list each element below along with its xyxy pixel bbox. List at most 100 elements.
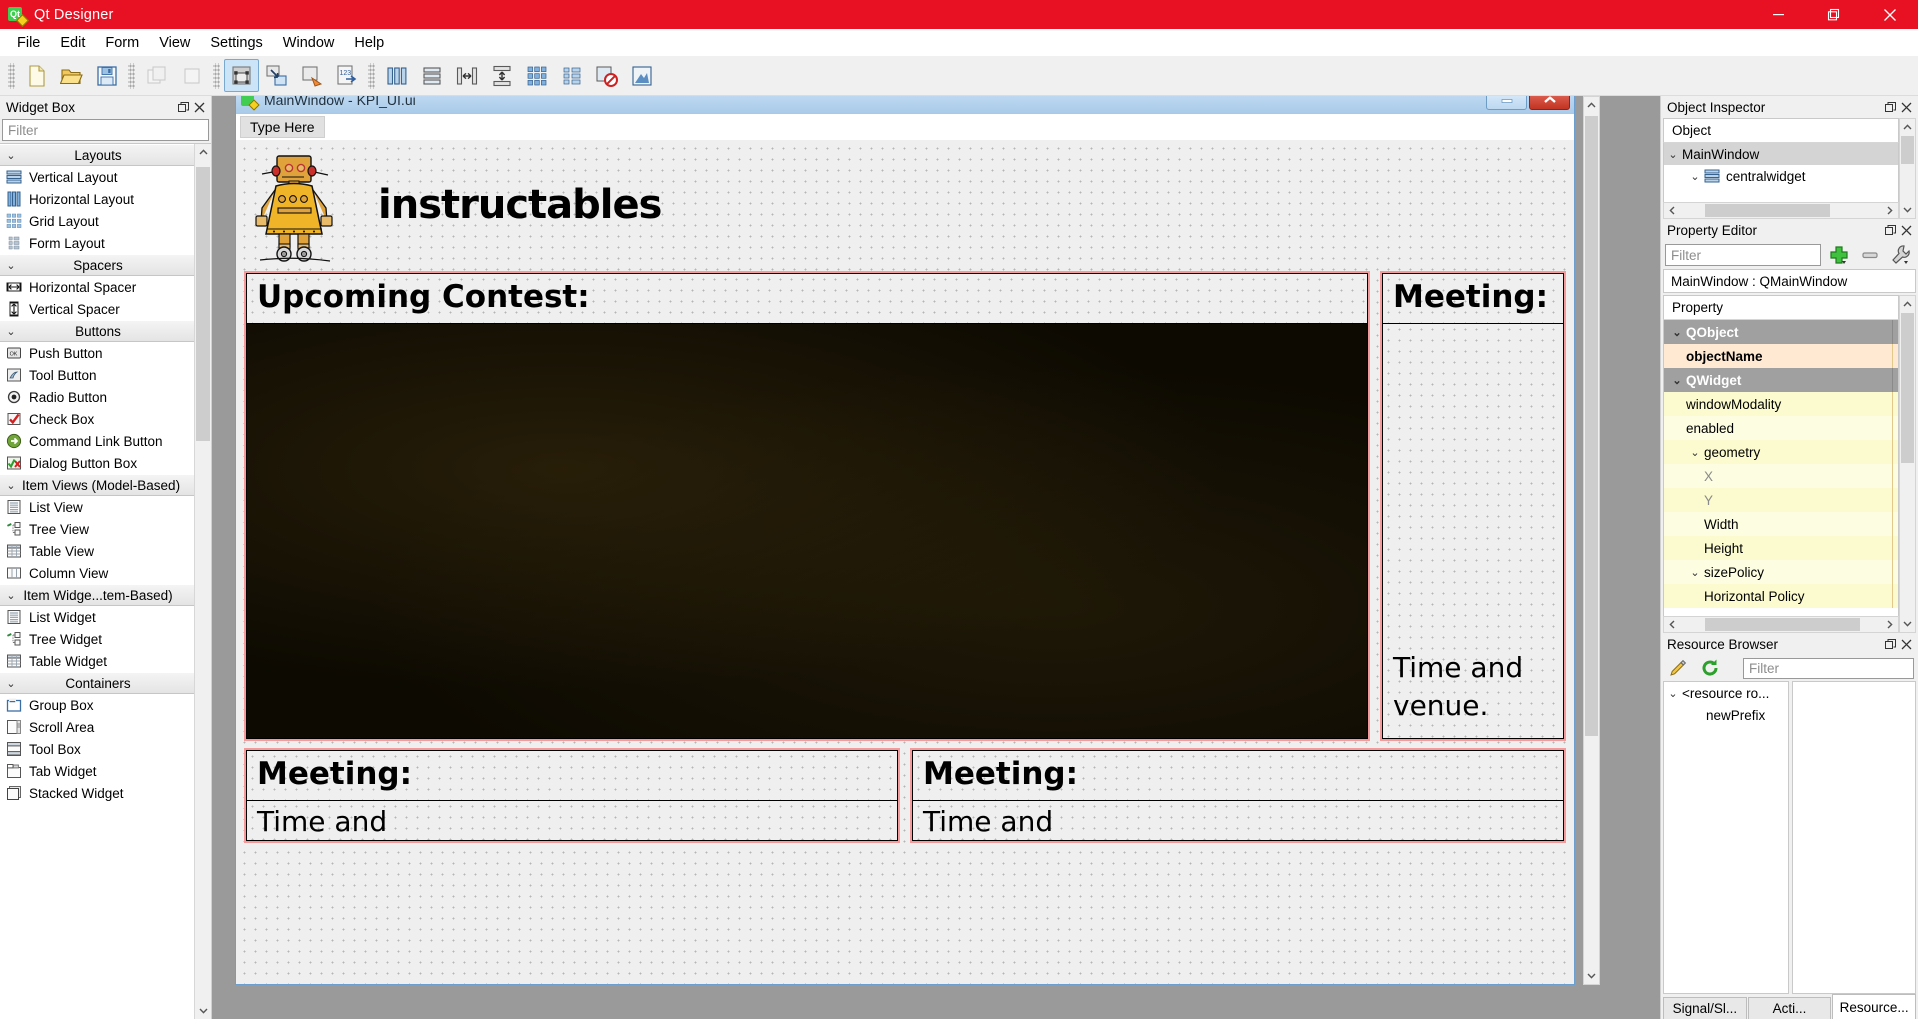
scroll-down-icon[interactable]: [1900, 615, 1915, 632]
new-form-button[interactable]: [19, 59, 54, 92]
form-close-button[interactable]: [1529, 96, 1570, 110]
meeting-right-panel[interactable]: Meeting: Time and venue.: [1380, 271, 1566, 741]
close-icon[interactable]: [1898, 99, 1914, 115]
property-row[interactable]: ⌄ QWidget: [1664, 368, 1898, 392]
scroll-down-icon[interactable]: [195, 1002, 211, 1019]
widget-box-item-tree-widget[interactable]: Tree Widget: [0, 628, 194, 650]
meeting-bottom-right-header[interactable]: Meeting:: [912, 750, 1564, 801]
scroll-right-icon[interactable]: [1881, 617, 1898, 632]
widget-box-item-horizontal-layout[interactable]: Horizontal Layout: [0, 188, 194, 210]
property-value[interactable]: [1892, 392, 1898, 416]
widget-box-item-scroll-area[interactable]: Scroll Area: [0, 716, 194, 738]
widget-box-group-spacers[interactable]: ⌄ Spacers: [0, 254, 194, 276]
oi-scroll-track[interactable]: [1900, 136, 1915, 201]
minimize-button[interactable]: [1750, 0, 1806, 29]
widget-box-group-layouts[interactable]: ⌄ Layouts: [0, 144, 194, 166]
layout-grid-button[interactable]: [519, 59, 554, 92]
meeting-bottom-right-body[interactable]: Time and: [912, 801, 1564, 841]
property-editor-column-header[interactable]: Property: [1663, 295, 1899, 320]
edit-tab-order-button[interactable]: 123: [329, 59, 364, 92]
chevron-down-icon[interactable]: ⌄: [1664, 148, 1682, 161]
mdi-vertical-scrollbar[interactable]: [1583, 96, 1600, 985]
property-row[interactable]: ⌄ sizePolicy: [1664, 560, 1898, 584]
contest-header[interactable]: Upcoming Contest:: [246, 273, 1368, 324]
edit-resources-button[interactable]: [1665, 656, 1691, 680]
property-value[interactable]: [1892, 536, 1898, 560]
meeting-bottom-left-header[interactable]: Meeting:: [246, 750, 898, 801]
widget-box-item-vertical-layout[interactable]: Vertical Layout: [0, 166, 194, 188]
layout-vertically-button[interactable]: [414, 59, 449, 92]
toolbar-grip-3[interactable]: [213, 62, 220, 89]
contest-image[interactable]: [246, 324, 1368, 739]
scroll-down-icon[interactable]: [1900, 201, 1915, 218]
widget-box-item-tab-widget[interactable]: Tab Widget: [0, 760, 194, 782]
resource-browser-filter-input[interactable]: [1749, 660, 1908, 676]
property-value[interactable]: [1892, 488, 1898, 512]
float-icon[interactable]: [1882, 99, 1898, 115]
object-inspector-row[interactable]: ⌄ MainWindow: [1664, 143, 1898, 165]
property-value[interactable]: [1892, 440, 1898, 464]
configure-button[interactable]: [1888, 243, 1914, 267]
widget-box-filter[interactable]: [2, 119, 209, 141]
chevron-down-icon[interactable]: ⌄: [1664, 687, 1682, 700]
dock-tab-signal-sl[interactable]: Signal/Sl...: [1663, 997, 1747, 1019]
scroll-left-icon[interactable]: [1664, 203, 1681, 218]
toolbar-grip-4[interactable]: [368, 62, 375, 89]
meeting-bottom-left-panel[interactable]: Meeting: Time and: [244, 748, 900, 843]
menu-view[interactable]: View: [149, 32, 200, 54]
scroll-up-icon[interactable]: [1584, 97, 1599, 114]
property-row[interactable]: ⌄ geometry: [1664, 440, 1898, 464]
layout-horizontal-splitter-button[interactable]: [449, 59, 484, 92]
pe-scroll-track[interactable]: [1900, 313, 1915, 615]
close-button[interactable]: [1862, 0, 1918, 29]
property-row[interactable]: X: [1664, 464, 1898, 488]
float-icon[interactable]: [1882, 222, 1898, 238]
remove-property-button[interactable]: [1857, 243, 1883, 267]
property-row[interactable]: enabled: [1664, 416, 1898, 440]
adjust-size-button[interactable]: [624, 59, 659, 92]
meeting-bottom-left-body[interactable]: Time and: [246, 801, 898, 841]
property-value[interactable]: [1892, 416, 1898, 440]
widget-box-item-list-widget[interactable]: List Widget: [0, 606, 194, 628]
property-row[interactable]: objectName: [1664, 344, 1898, 368]
property-value[interactable]: [1892, 560, 1898, 584]
property-row[interactable]: Horizontal Policy: [1664, 584, 1898, 608]
property-row[interactable]: Height: [1664, 536, 1898, 560]
form-minimize-button[interactable]: [1486, 96, 1527, 110]
property-editor-filter-input[interactable]: [1671, 247, 1815, 263]
scroll-left-icon[interactable]: [1664, 617, 1681, 632]
edit-buddies-button[interactable]: [294, 59, 329, 92]
widget-box-item-table-view[interactable]: Table View: [0, 540, 194, 562]
resource-tree-row[interactable]: newPrefix: [1664, 704, 1788, 726]
undo-button[interactable]: [139, 59, 174, 92]
widget-box-item-list-view[interactable]: List View: [0, 496, 194, 518]
widget-box-item-table-widget[interactable]: Table Widget: [0, 650, 194, 672]
property-row[interactable]: Y: [1664, 488, 1898, 512]
widget-box-item-radio-button[interactable]: Radio Button: [0, 386, 194, 408]
maximize-button[interactable]: [1806, 0, 1862, 29]
form-window-title-bar[interactable]: MainWindow - KPI_UI.ui: [236, 96, 1574, 114]
resource-preview[interactable]: [1792, 681, 1916, 994]
widget-box-item-command-link-button[interactable]: Command Link Button: [0, 430, 194, 452]
close-icon[interactable]: [1898, 222, 1914, 238]
add-property-button[interactable]: [1826, 243, 1852, 267]
pe-hscroll-thumb[interactable]: [1705, 618, 1860, 631]
chevron-down-icon[interactable]: ⌄: [1686, 170, 1704, 183]
resource-tree-row[interactable]: ⌄ <resource ro...: [1664, 682, 1788, 704]
menu-window[interactable]: Window: [273, 32, 345, 54]
scroll-up-icon[interactable]: [1900, 296, 1915, 313]
scroll-down-icon[interactable]: [1584, 967, 1599, 984]
scroll-right-icon[interactable]: [1881, 203, 1898, 218]
widget-box-group-buttons[interactable]: ⌄ Buttons: [0, 320, 194, 342]
menu-form[interactable]: Form: [95, 32, 149, 54]
property-value[interactable]: [1892, 584, 1898, 608]
widget-box-item-tool-box[interactable]: Tool Box: [0, 738, 194, 760]
property-row[interactable]: ⌄ QObject: [1664, 320, 1898, 344]
open-form-button[interactable]: [54, 59, 89, 92]
object-inspector-hscrollbar[interactable]: [1663, 202, 1899, 219]
resource-browser-filter[interactable]: [1743, 657, 1914, 679]
edit-signals-slots-button[interactable]: [259, 59, 294, 92]
layout-form-button[interactable]: [554, 59, 589, 92]
edit-widgets-button[interactable]: [224, 59, 259, 92]
float-icon[interactable]: [1882, 636, 1898, 652]
